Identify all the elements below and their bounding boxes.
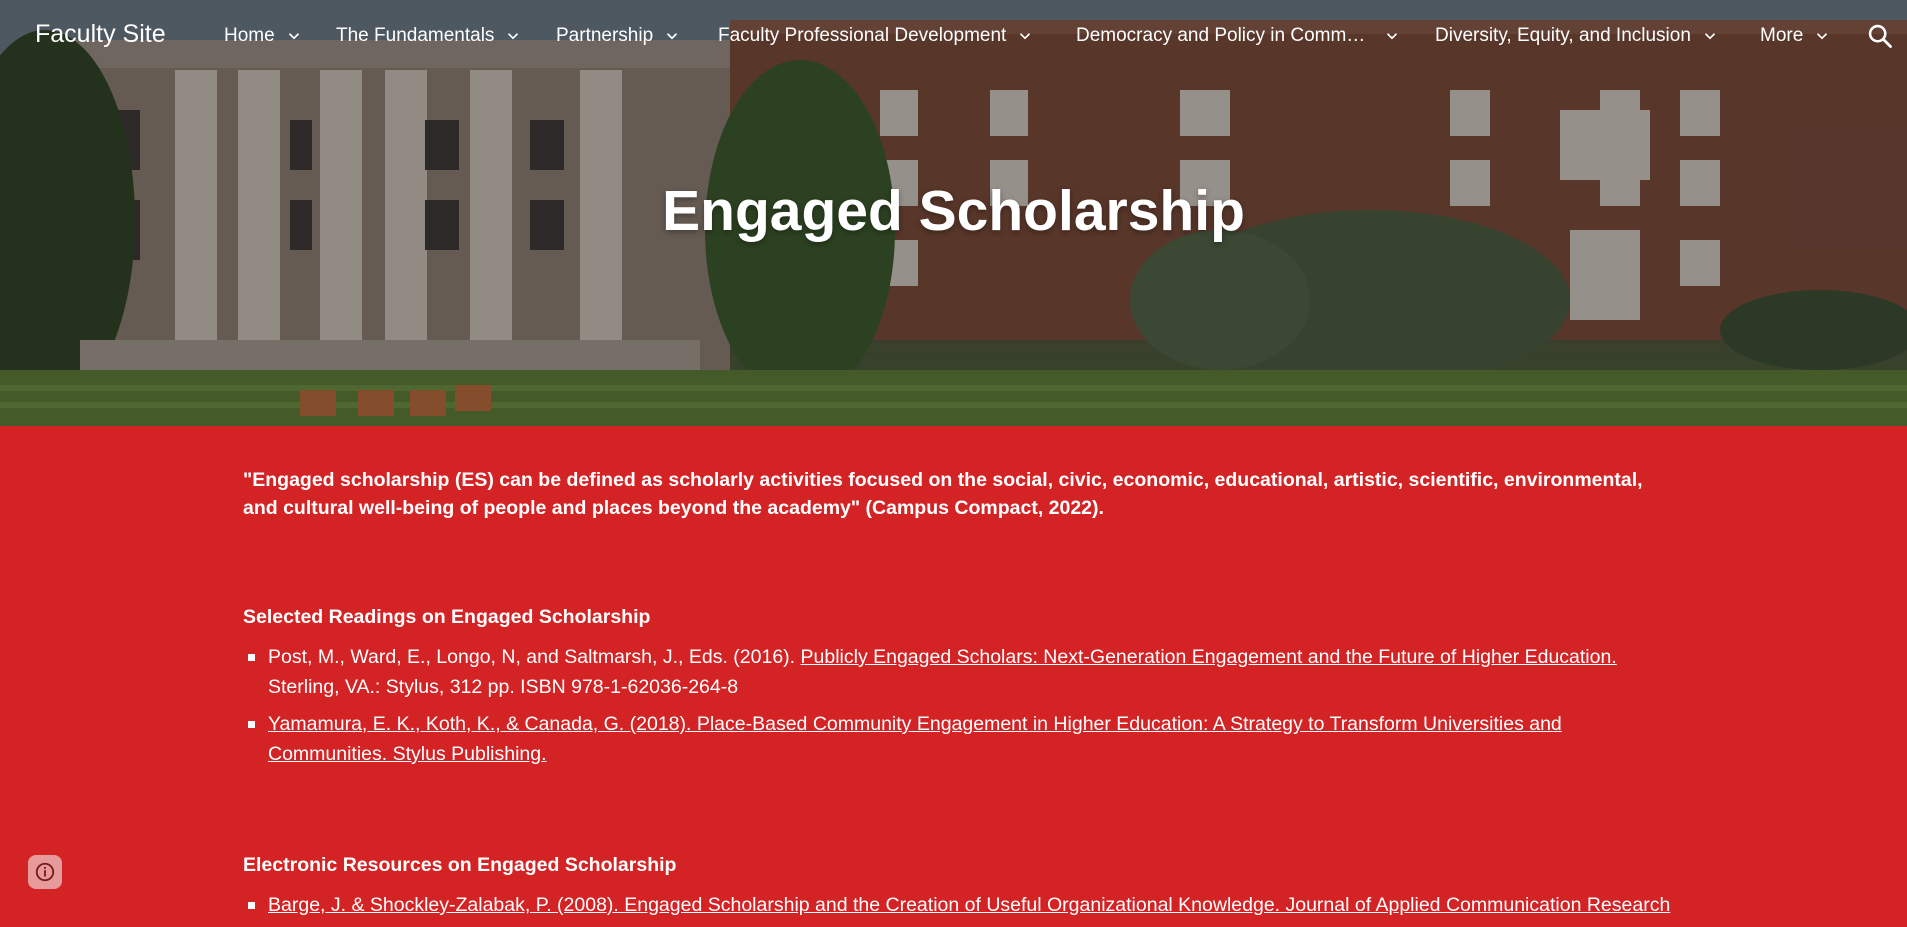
chevron-down-icon xyxy=(1020,33,1031,40)
citation-link[interactable]: Publicly Engaged Scholars: Next-Generati… xyxy=(801,646,1617,668)
list-item: Barge, J. & Shockley-Zalabak, P. (2008).… xyxy=(243,890,1673,920)
site-info-button[interactable] xyxy=(28,855,62,889)
search-icon[interactable] xyxy=(1866,22,1894,50)
hero-banner: Faculty Site Home The Fundamentals Partn… xyxy=(0,0,1907,426)
list-item: Yamamura, E. K., Koth, K., & Canada, G. … xyxy=(243,709,1673,769)
readings-list: Post, M., Ward, E., Longo, N, and Saltma… xyxy=(243,642,1673,776)
citation-text: Sterling, VA.: Stylus, 312 pp. ISBN 978-… xyxy=(268,676,739,698)
nav-item-democracy-and-policy[interactable]: Democracy and Policy in Comm… xyxy=(1076,25,1401,47)
nav-item-home[interactable]: Home xyxy=(224,25,303,47)
site-title-link[interactable]: Faculty Site xyxy=(35,20,166,49)
nav-item-label: Faculty Professional Development xyxy=(718,25,1007,46)
chevron-down-icon xyxy=(1704,33,1715,40)
electronic-resources-heading: Electronic Resources on Engaged Scholars… xyxy=(243,854,677,876)
chevron-down-icon xyxy=(508,33,519,40)
chevron-down-icon xyxy=(288,33,299,40)
list-item: Post, M., Ward, E., Longo, N, and Saltma… xyxy=(243,642,1673,702)
nav-item-label: Partnership xyxy=(556,25,654,46)
nav-item-label: Democracy and Policy in Comm… xyxy=(1076,25,1366,46)
chevron-down-icon xyxy=(1817,33,1828,40)
chevron-down-icon xyxy=(667,33,678,40)
nav-item-diversity-equity-inclusion[interactable]: Diversity, Equity, and Inclusion xyxy=(1435,25,1719,47)
nav-item-faculty-professional-development[interactable]: Faculty Professional Development xyxy=(718,25,1034,47)
definition-quote: "Engaged scholarship (ES) can be defined… xyxy=(243,469,1643,519)
info-icon xyxy=(35,862,55,882)
nav-item-label: More xyxy=(1760,25,1804,46)
electronic-resources-list: Barge, J. & Shockley-Zalabak, P. (2008).… xyxy=(243,890,1673,927)
readings-heading: Selected Readings on Engaged Scholarship xyxy=(243,606,651,628)
main-content: "Engaged scholarship (ES) can be defined… xyxy=(243,466,1673,916)
nav-item-more[interactable]: More xyxy=(1760,25,1831,47)
citation-link[interactable]: Barge, J. & Shockley-Zalabak, P. (2008).… xyxy=(268,894,1670,916)
nav-item-the-fundamentals[interactable]: The Fundamentals xyxy=(336,25,522,47)
citation-text: Post, M., Ward, E., Longo, N, and Saltma… xyxy=(268,646,801,668)
citation-link[interactable]: Yamamura, E. K., Koth, K., & Canada, G. … xyxy=(268,713,1562,765)
nav-item-label: The Fundamentals xyxy=(336,25,495,46)
nav-item-label: Diversity, Equity, and Inclusion xyxy=(1435,25,1691,46)
nav-item-label: Home xyxy=(224,25,275,46)
nav-item-partnership[interactable]: Partnership xyxy=(556,25,681,47)
top-navigation: Faculty Site Home The Fundamentals Partn… xyxy=(0,0,1907,74)
chevron-down-icon xyxy=(1387,33,1398,40)
page-title: Engaged Scholarship xyxy=(662,179,1245,243)
